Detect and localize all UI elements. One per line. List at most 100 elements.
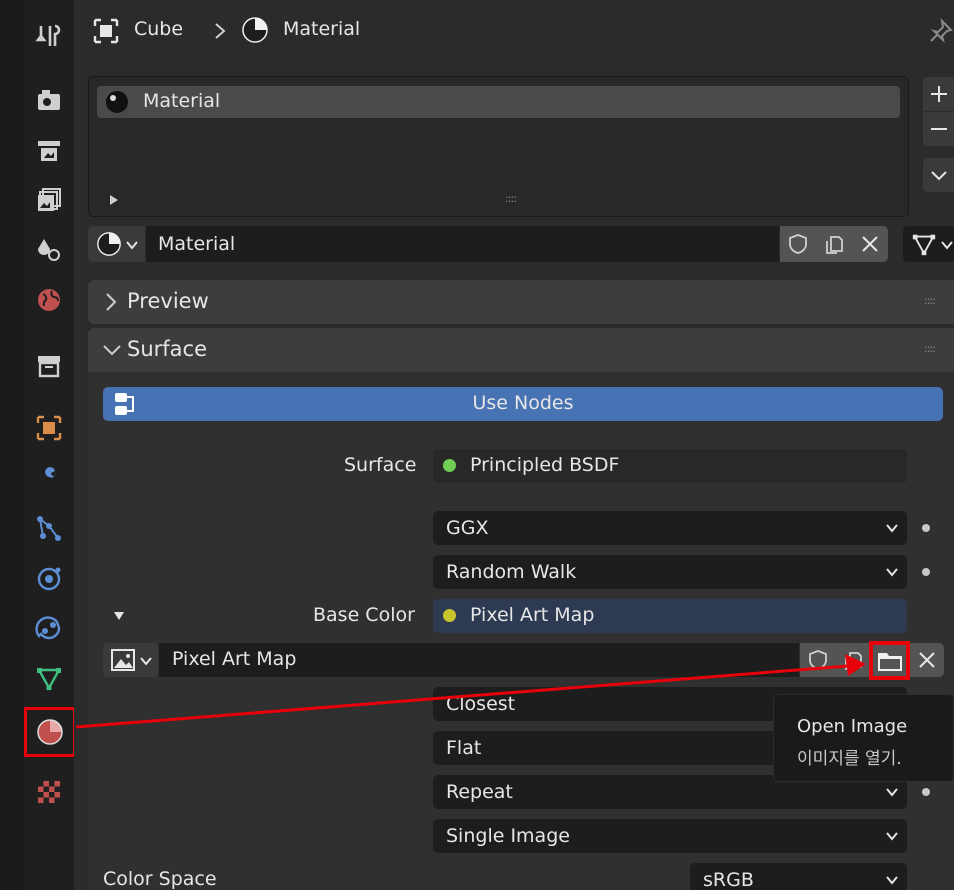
pin-icon[interactable]	[928, 18, 954, 44]
list-resize-grip[interactable]: ::::	[505, 192, 517, 205]
material-browse-button[interactable]	[88, 226, 145, 262]
shield-icon	[809, 650, 827, 670]
link-type-dropdown[interactable]	[903, 226, 954, 262]
panel-drag-grip[interactable]: ::::	[924, 294, 936, 307]
chevron-down-icon	[930, 171, 947, 181]
image-icon	[111, 649, 135, 671]
collapse-triangle-icon[interactable]	[113, 610, 125, 622]
image-browse-button[interactable]	[103, 643, 158, 677]
material-slot-item[interactable]: Material	[97, 86, 900, 118]
material-name: Material	[158, 233, 236, 255]
tooltip-title: Open Image	[797, 716, 908, 737]
editor-edge	[0, 0, 24, 890]
output-icon	[38, 141, 60, 161]
duplicate-material-button[interactable]	[816, 226, 852, 262]
image-name: Pixel Art Map	[172, 648, 297, 670]
base-color-label: Base Color	[313, 604, 415, 626]
keyframe-dot[interactable]	[922, 524, 930, 532]
unlink-material-button[interactable]	[852, 226, 888, 262]
tab-modifier[interactable]	[24, 458, 74, 498]
distribution-dropdown[interactable]: GGX	[433, 511, 907, 545]
surface-panel-title: Surface	[127, 337, 208, 361]
texture-icon	[38, 781, 60, 803]
fake-user-button[interactable]	[780, 226, 816, 262]
tab-constraints[interactable]	[24, 608, 74, 648]
tool-icon	[35, 24, 61, 46]
image-fake-user-button[interactable]	[800, 643, 836, 677]
source-value: Single Image	[446, 825, 570, 847]
tab-material[interactable]	[24, 707, 76, 757]
extension-value: Repeat	[446, 781, 513, 803]
physics-icon	[37, 567, 61, 591]
tab-object[interactable]	[24, 408, 74, 448]
projection-value: Flat	[446, 737, 482, 759]
open-image-button[interactable]	[869, 641, 910, 680]
image-name-field[interactable]: Pixel Art Map	[159, 643, 799, 677]
surface-panel-header[interactable]: Surface ::::	[88, 328, 954, 372]
surface-shader-field[interactable]: Principled BSDF	[433, 449, 907, 483]
preview-panel-header[interactable]: Preview ::::	[88, 280, 954, 324]
tab-texture[interactable]	[24, 772, 74, 812]
expand-triangle-icon[interactable]	[108, 194, 120, 206]
particles-icon	[37, 516, 61, 541]
add-slot-button[interactable]	[923, 77, 954, 111]
duplicate-image-button[interactable]	[836, 643, 870, 677]
panel-drag-grip[interactable]: ::::	[924, 342, 936, 355]
tab-collection[interactable]	[24, 346, 74, 386]
tooltip: Open Image 이미지를 열기.	[773, 694, 954, 782]
surface-label: Surface	[344, 454, 417, 476]
use-nodes-button[interactable]: Use Nodes	[103, 387, 943, 421]
tab-physics[interactable]	[24, 558, 74, 598]
tab-output[interactable]	[24, 131, 74, 171]
material-icon	[37, 719, 63, 745]
unlink-image-button[interactable]	[910, 643, 944, 677]
chevron-down-icon	[886, 568, 898, 577]
subsurface-method-dropdown[interactable]: Random Walk	[433, 555, 907, 589]
source-dropdown[interactable]: Single Image	[433, 819, 907, 853]
world-icon	[38, 289, 60, 311]
chevron-right-icon	[106, 293, 117, 311]
view-layer-icon	[38, 188, 61, 211]
material-preview-icon	[106, 91, 128, 113]
tab-tool[interactable]	[24, 16, 74, 56]
shield-icon	[789, 234, 807, 254]
slot-specials-menu[interactable]	[923, 158, 954, 192]
distribution-value: GGX	[446, 517, 489, 539]
base-color-field[interactable]: Pixel Art Map	[433, 599, 907, 633]
surface-shader-value: Principled BSDF	[470, 454, 620, 476]
chevron-down-icon	[140, 657, 152, 666]
chevron-down-icon	[126, 241, 138, 250]
tab-particles[interactable]	[24, 508, 74, 548]
material-icon	[242, 17, 268, 43]
preview-panel-title: Preview	[127, 289, 209, 313]
plus-icon	[930, 86, 947, 102]
chevron-down-icon	[886, 832, 898, 841]
chevron-down-icon	[886, 788, 898, 797]
keyframe-dot[interactable]	[922, 568, 930, 576]
breadcrumb-object: Cube	[134, 18, 184, 40]
breadcrumb-material: Material	[283, 18, 361, 40]
tab-render[interactable]	[24, 80, 74, 120]
tooltip-subtitle: 이미지를 열기.	[797, 749, 902, 769]
close-icon	[919, 652, 935, 668]
scene-icon	[38, 239, 60, 261]
base-color-value: Pixel Art Map	[470, 604, 595, 626]
tab-view-layer[interactable]	[24, 180, 74, 220]
mesh-data-icon	[912, 234, 936, 256]
tab-data[interactable]	[24, 658, 74, 698]
material-name-field[interactable]: Material	[146, 226, 779, 262]
material-slot-label: Material	[143, 90, 221, 112]
chevron-down-icon	[886, 524, 898, 533]
color-space-dropdown[interactable]: sRGB	[690, 863, 907, 890]
close-icon	[862, 236, 878, 252]
tab-world[interactable]	[24, 280, 74, 320]
subsurface-method-value: Random Walk	[446, 561, 577, 583]
use-nodes-label: Use Nodes	[472, 392, 574, 414]
tab-scene[interactable]	[24, 230, 74, 270]
remove-slot-button[interactable]	[923, 112, 954, 146]
collection-icon	[38, 356, 60, 378]
object-icon	[36, 415, 62, 441]
render-icon	[38, 90, 60, 110]
keyframe-dot[interactable]	[922, 788, 930, 796]
interpolation-value: Closest	[446, 693, 516, 715]
